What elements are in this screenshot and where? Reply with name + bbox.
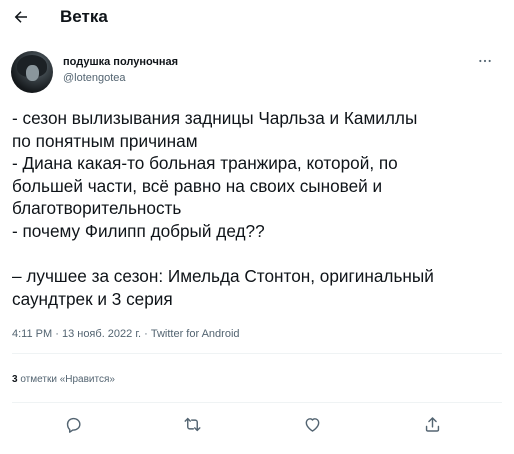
likes-label: отметки «Нравится» [20, 374, 115, 385]
like-icon [303, 415, 322, 434]
divider [12, 353, 502, 354]
likes-count: 3 [12, 374, 18, 385]
page-title: Ветка [60, 7, 108, 26]
top-header: Ветка [0, 0, 514, 34]
meta-separator: · [55, 328, 59, 340]
share-button[interactable] [421, 413, 443, 435]
divider [12, 402, 502, 403]
tweet-actions [0, 405, 514, 441]
arrow-left-icon [12, 8, 30, 26]
back-button[interactable] [8, 4, 34, 30]
like-button[interactable] [301, 413, 323, 435]
avatar[interactable] [11, 51, 53, 93]
tweet-source-link[interactable]: Twitter for Android [151, 328, 240, 340]
meta-separator: · [144, 328, 148, 340]
tweet-meta: 4:11 PM · 13 нояб. 2022 г. · Twitter for… [12, 328, 240, 340]
tweet-time-link[interactable]: 4:11 PM · 13 нояб. 2022 г. [12, 328, 141, 340]
reply-icon [64, 415, 83, 434]
likes-count-link[interactable]: 3 отметки «Нравится» [12, 374, 115, 385]
more-horizontal-icon [477, 53, 493, 69]
tweet-time: 4:11 PM [12, 328, 53, 340]
retweet-button[interactable] [181, 413, 203, 435]
author-handle[interactable]: @lotengotea [63, 72, 126, 84]
tweet-date: 13 нояб. 2022 г. [61, 328, 142, 340]
retweet-icon [183, 415, 202, 434]
more-button[interactable] [475, 51, 495, 71]
share-icon [423, 415, 442, 434]
reply-button[interactable] [62, 413, 84, 435]
author-display-name[interactable]: подушка полуночная [63, 56, 178, 68]
tweet-text: - сезон вылизывания задницы Чарльза и Ка… [12, 108, 434, 309]
